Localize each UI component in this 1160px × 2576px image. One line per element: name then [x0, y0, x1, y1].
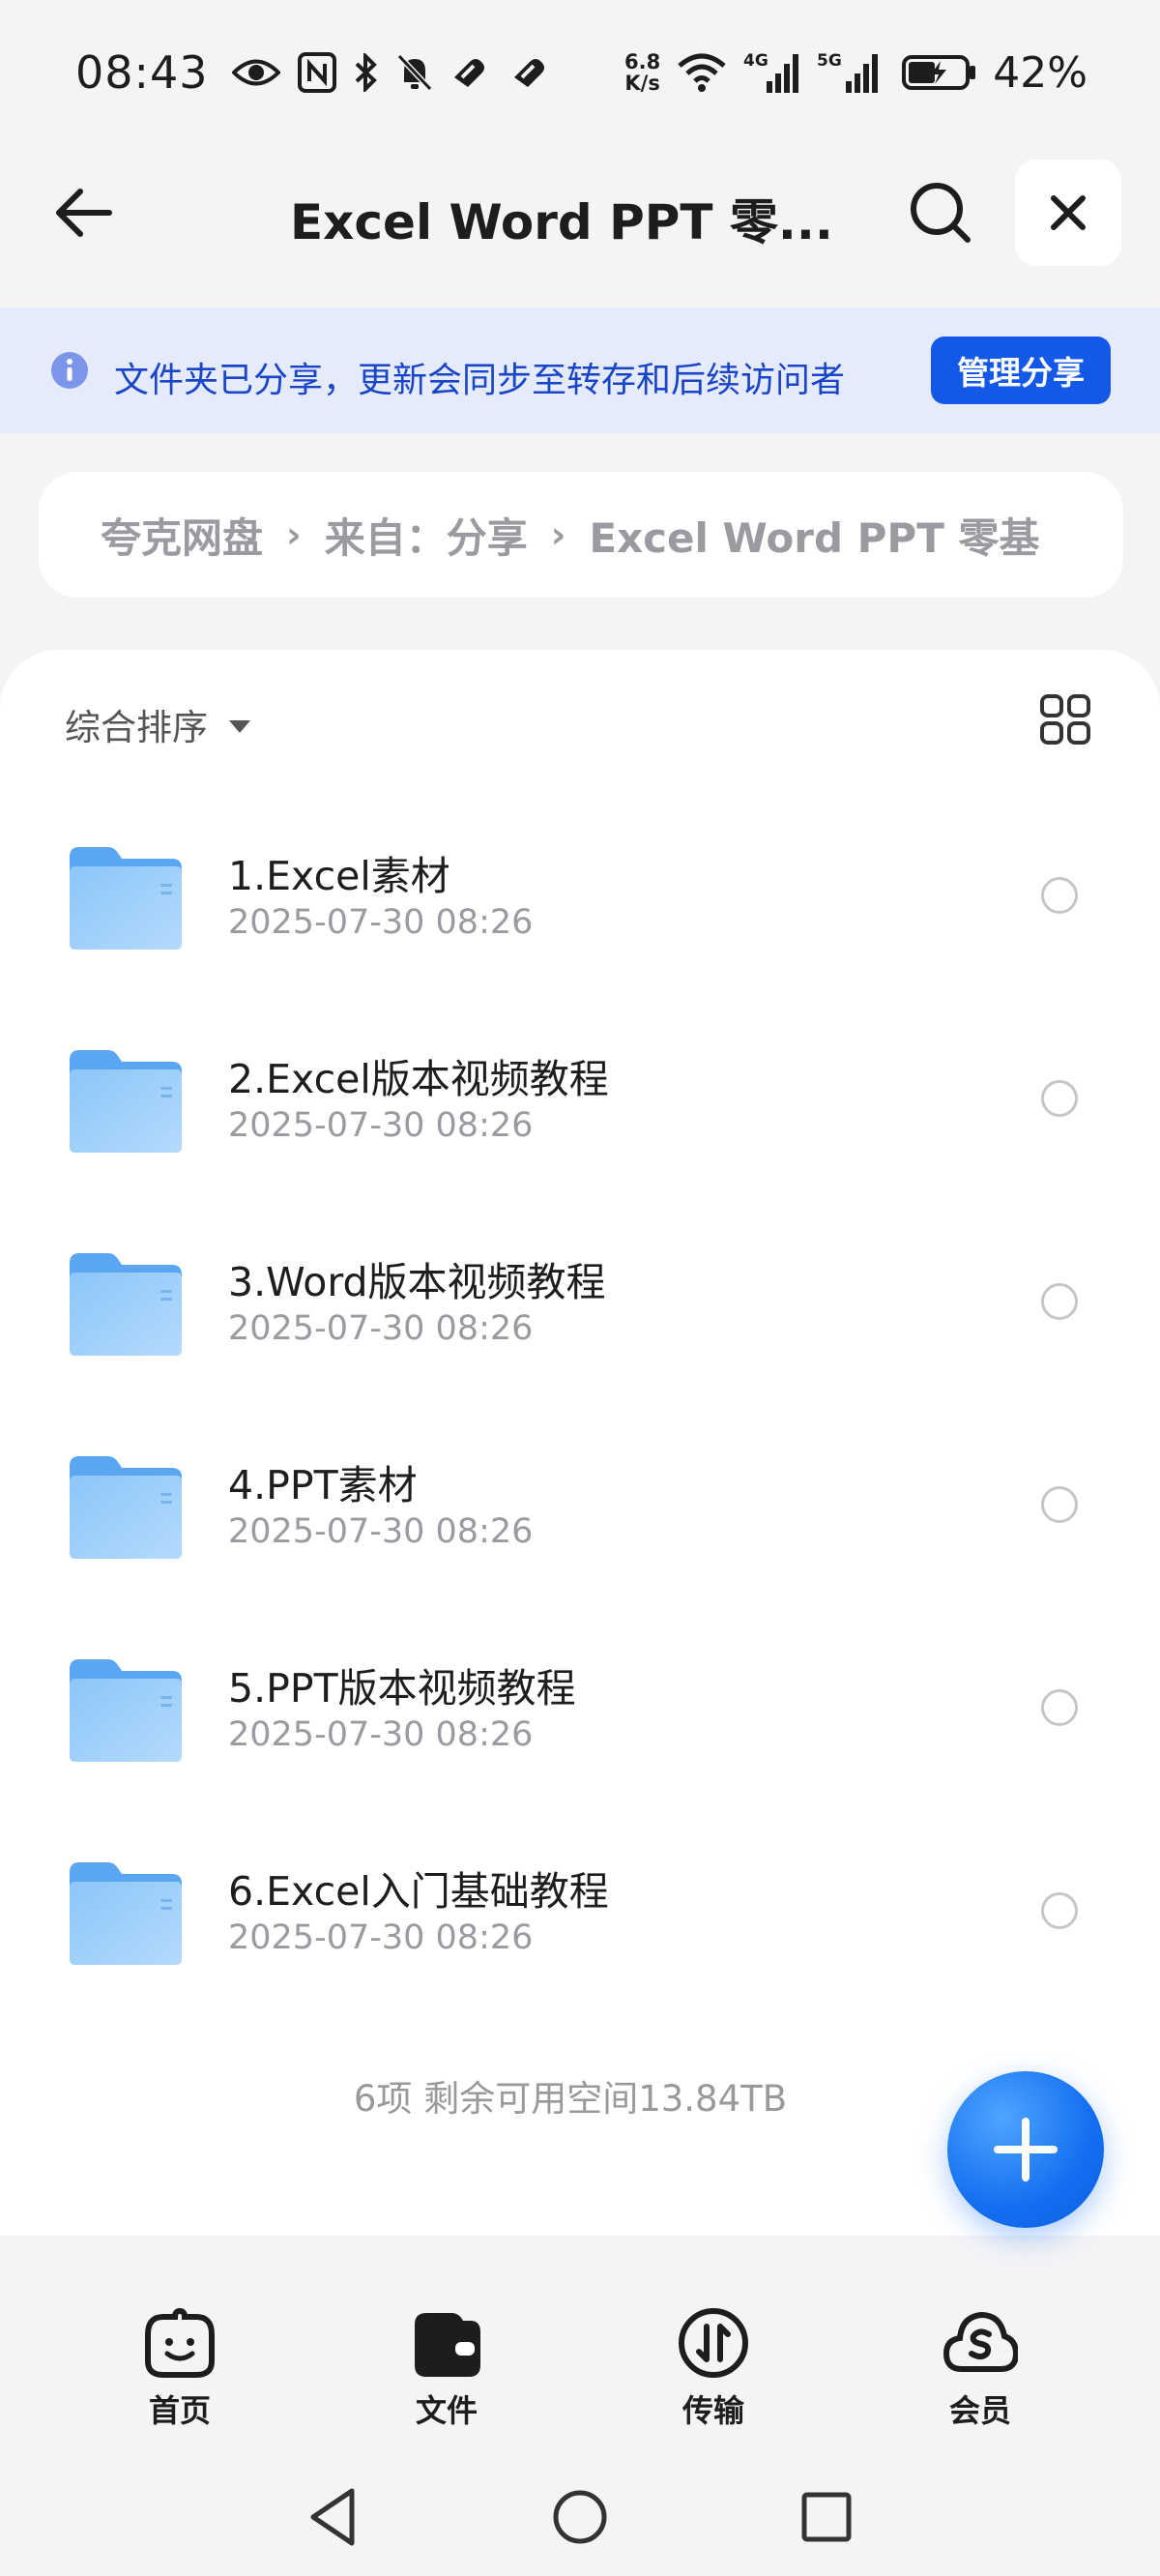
folder-icon [70, 1862, 182, 1965]
folder-wallet-icon [415, 2313, 480, 2377]
top-bar: Excel Word PPT 零... [0, 155, 1160, 271]
eye-icon [231, 56, 280, 89]
tab-member[interactable]: 会员 [903, 2292, 1058, 2437]
status-bar: 08:43 6.8 K/s 4G 5G 42% [0, 0, 1160, 145]
file-date: 2025-07-30 08:26 [228, 1918, 534, 1957]
caret-down-icon [229, 719, 250, 733]
breadcrumb-separator: › [286, 513, 302, 556]
file-row[interactable]: 2.Excel版本视频教程 2025-07-30 08:26 [0, 1046, 1160, 1240]
system-back-button[interactable] [300, 2483, 367, 2551]
file-row[interactable]: 1.Excel素材 2025-07-30 08:26 [0, 843, 1160, 1037]
svg-text:4G: 4G [743, 51, 768, 71]
nfc-icon [297, 52, 336, 93]
grid-view-button[interactable] [1039, 693, 1091, 746]
select-radio[interactable] [1041, 1283, 1078, 1320]
file-name: 5.PPT版本视频教程 [228, 1665, 576, 1712]
add-button[interactable] [947, 2071, 1104, 2228]
signal-4g-icon: 4G [743, 50, 801, 95]
info-icon [50, 351, 89, 390]
network-rate-unit: K/s [624, 72, 660, 95]
close-icon [1051, 195, 1086, 230]
cloud-member-icon [942, 2311, 1018, 2372]
select-radio[interactable] [1041, 1486, 1078, 1523]
file-list-panel: 综合排序 1.Excel素材 2025-07-30 08:26 2.Excel版本视… [0, 650, 1160, 2236]
folder-icon [70, 1050, 182, 1153]
bluetooth-icon [354, 53, 379, 92]
file-date: 2025-07-30 08:26 [228, 1512, 534, 1551]
recents-square-icon [801, 2492, 852, 2542]
file-name: 1.Excel素材 [228, 853, 450, 899]
breadcrumb-item-current[interactable]: Excel Word PPT 零基 [589, 506, 1039, 565]
sort-dropdown[interactable]: 综合排序 [65, 698, 250, 750]
breadcrumb-item-root[interactable]: 夸克网盘 [101, 506, 263, 565]
system-home-button[interactable] [546, 2483, 614, 2551]
select-radio[interactable] [1041, 1892, 1078, 1929]
file-row[interactable]: 6.Excel入门基础教程 2025-07-30 08:26 [0, 1859, 1160, 2052]
system-navigation-bar [0, 2466, 1160, 2562]
search-icon [911, 183, 971, 243]
plus-icon [994, 2118, 1058, 2181]
file-row[interactable]: 4.PPT素材 2025-07-30 08:26 [0, 1452, 1160, 1646]
network-rate: 6.8 K/s [624, 51, 660, 94]
heart-icon [510, 56, 553, 89]
back-triangle-icon [310, 2488, 355, 2546]
home-smile-icon [145, 2307, 215, 2378]
wifi-icon [676, 52, 728, 93]
heart-icon [450, 56, 493, 89]
file-name: 6.Excel入门基础教程 [228, 1868, 609, 1915]
sort-label: 综合排序 [65, 707, 208, 748]
file-date: 2025-07-30 08:26 [228, 1106, 534, 1145]
folder-icon [70, 1253, 182, 1356]
file-date: 2025-07-30 08:26 [228, 903, 534, 942]
signal-5g-icon: 5G [817, 50, 886, 95]
folder-icon [70, 1456, 182, 1559]
breadcrumb-item-share[interactable]: 来自：分享 [325, 506, 528, 565]
tab-transfer-label: 传输 [682, 2392, 744, 2429]
close-button[interactable] [1015, 160, 1121, 266]
file-name: 4.PPT素材 [228, 1462, 418, 1508]
battery-percent: 42% [993, 47, 1088, 98]
select-radio[interactable] [1041, 1689, 1078, 1726]
select-radio[interactable] [1041, 1080, 1078, 1117]
file-date: 2025-07-30 08:26 [228, 1715, 534, 1754]
tab-files-label: 文件 [415, 2392, 478, 2429]
status-right: 6.8 K/s 4G 5G 42% [624, 48, 1088, 98]
search-button[interactable] [907, 179, 974, 247]
mute-icon [396, 53, 433, 92]
grid-view-icon [1040, 694, 1090, 745]
tab-home[interactable]: 首页 [102, 2292, 257, 2437]
svg-text:5G: 5G [817, 51, 842, 71]
back-arrow-icon [56, 189, 112, 237]
bottom-tab-bar: 首页 文件 传输 会员 [0, 2292, 1160, 2437]
system-recents-button[interactable] [793, 2483, 860, 2551]
status-left: 08:43 [75, 46, 553, 99]
tab-files[interactable]: 文件 [369, 2292, 524, 2437]
select-radio[interactable] [1041, 877, 1078, 914]
breadcrumb: 夸克网盘 › 来自：分享 › Excel Word PPT 零基 [39, 472, 1123, 598]
folder-icon [70, 847, 182, 950]
file-name: 3.Word版本视频教程 [228, 1259, 606, 1305]
folder-icon [70, 1659, 182, 1762]
manage-share-button[interactable]: 管理分享 [931, 337, 1111, 404]
battery-charging-icon [902, 53, 977, 92]
status-time: 08:43 [75, 46, 209, 99]
file-date: 2025-07-30 08:26 [228, 1309, 534, 1348]
breadcrumb-separator: › [550, 513, 566, 556]
transfer-icon [679, 2308, 748, 2378]
share-banner: 文件夹已分享，更新会同步至转存和后续访问者 管理分享 [0, 307, 1160, 433]
tab-member-label: 会员 [948, 2392, 1011, 2429]
tab-home-label: 首页 [148, 2392, 211, 2429]
page-title: Excel Word PPT 零... [290, 194, 833, 250]
file-name: 2.Excel版本视频教程 [228, 1056, 609, 1102]
share-banner-text: 文件夹已分享，更新会同步至转存和后续访问者 [114, 361, 846, 400]
file-row[interactable]: 5.PPT版本视频教程 2025-07-30 08:26 [0, 1655, 1160, 1849]
tab-transfer[interactable]: 传输 [636, 2292, 791, 2437]
back-button[interactable] [48, 182, 116, 244]
network-rate-value: 6.8 [624, 50, 661, 73]
file-row[interactable]: 3.Word版本视频教程 2025-07-30 08:26 [0, 1249, 1160, 1443]
home-circle-icon [553, 2490, 607, 2544]
